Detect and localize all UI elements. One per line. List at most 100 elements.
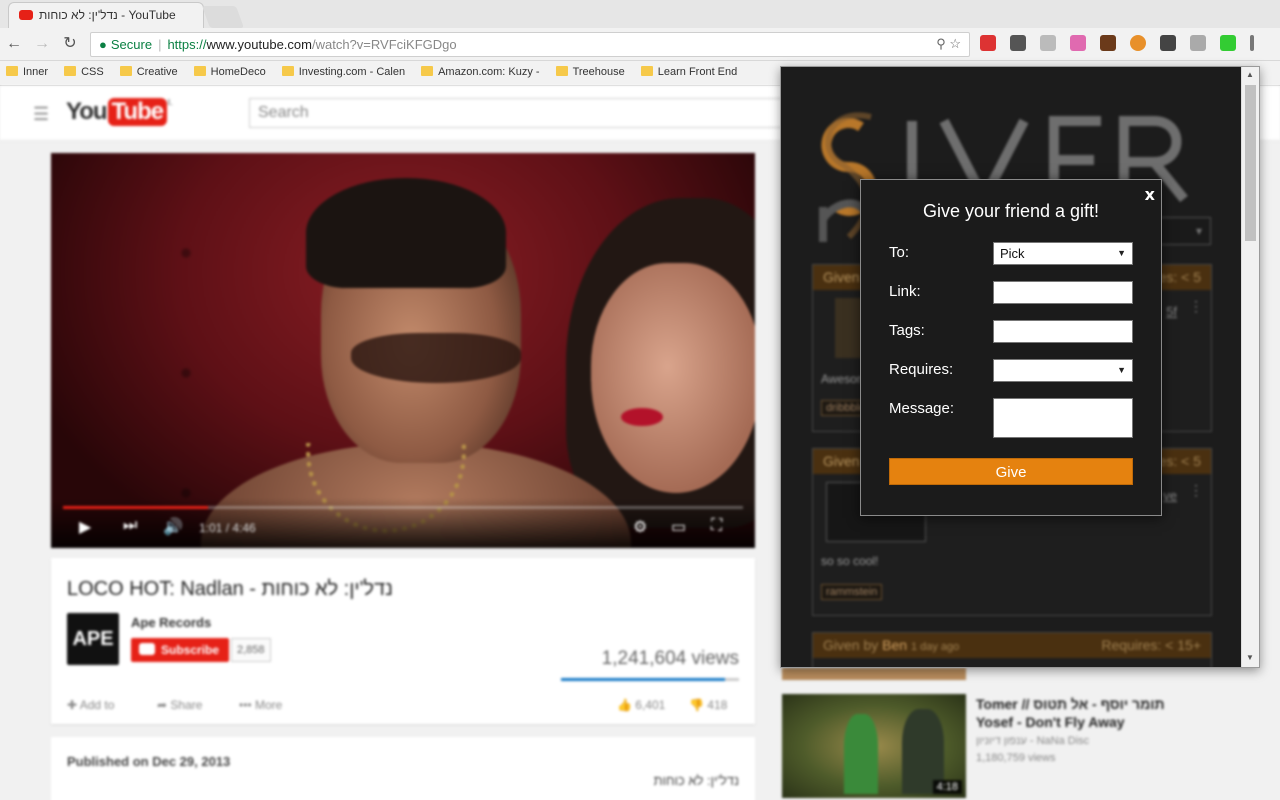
forward-arrow-icon[interactable]: → — [32, 34, 52, 54]
video-figure — [621, 408, 663, 426]
extension-icon[interactable] — [1130, 34, 1146, 51]
scroll-down-icon[interactable]: ▼ — [1246, 653, 1254, 662]
requires-row: Requires: ▼ — [889, 359, 1135, 383]
bookmark-label: Inner — [23, 66, 49, 78]
extension-icon[interactable] — [1190, 34, 1206, 51]
chrome-menu-icon[interactable] — [1250, 34, 1254, 51]
giver-extension-icon[interactable] — [1220, 34, 1236, 51]
bookmark-item[interactable]: Treehouse — [555, 61, 625, 84]
secure-label: Secure — [110, 37, 153, 52]
given-by-prefix: Given by — [823, 637, 883, 653]
to-select[interactable]: Pick ▼ — [993, 242, 1133, 265]
extension-icon[interactable] — [980, 34, 996, 51]
recommended-title-line-2[interactable]: Yosef - Don't Fly Away — [976, 714, 1125, 730]
bookmark-folder-icon — [119, 66, 132, 76]
requires-select[interactable]: ▼ — [993, 359, 1133, 382]
bookmark-item[interactable]: Amazon.com: Kuzy - — [421, 61, 540, 84]
play-icon[interactable]: ▶ — [79, 517, 91, 537]
video-figure — [591, 263, 755, 493]
bookmark-item[interactable]: Creative — [119, 61, 178, 84]
channel-name[interactable]: Ape Records — [131, 615, 211, 630]
youtube-logo[interactable]: You Tube IL — [66, 98, 173, 126]
settings-gear-icon[interactable]: ⚙ — [633, 517, 647, 537]
share-icon: ➦ — [157, 698, 168, 712]
previous-recommendation-thumbnail[interactable] — [782, 668, 966, 680]
gift-link[interactable]: ve — [1163, 488, 1177, 503]
popup-scrollbar[interactable]: ▲ ▼ — [1241, 67, 1259, 667]
extension-icon[interactable] — [1070, 34, 1086, 51]
subscribe-button[interactable]: Subscribe — [131, 638, 230, 662]
logo-tube: Tube — [107, 98, 168, 126]
zoom-icon[interactable]: ⚲ — [936, 36, 946, 51]
share-button[interactable]: ➦ Share — [157, 698, 202, 712]
recommended-thumbnail[interactable]: 4:18 — [782, 694, 966, 798]
browser-toolbar: ← → ↻ ● Secure | https://www.youtube.com/wa… — [0, 28, 1280, 61]
bookmark-item[interactable]: Inner — [6, 61, 48, 84]
link-input[interactable] — [993, 281, 1133, 304]
time-display: 1:01 / 4:46 — [199, 521, 256, 535]
give-button[interactable]: Give — [889, 458, 1133, 485]
link-row: Link: — [889, 281, 1135, 305]
tags-input[interactable] — [993, 320, 1133, 343]
like-ratio-bar — [561, 678, 739, 681]
card-menu-icon[interactable]: ⋮ — [1189, 483, 1203, 497]
browser-tab[interactable]: נדל'ין: לא כוחות - YouTube — [8, 2, 204, 28]
gift-card: Given by Ben 1 day ago Requires: < 15+ — [812, 632, 1212, 667]
back-arrow-icon[interactable]: ← — [4, 34, 24, 54]
channel-avatar[interactable]: APE — [67, 613, 119, 665]
bookmark-label: HomeDeco — [210, 66, 266, 78]
more-button[interactable]: ••• More — [239, 698, 282, 712]
hamburger-menu-icon[interactable]: ☰ — [33, 104, 49, 125]
tags-label: Tags: — [889, 322, 925, 339]
bookmark-item[interactable]: CSS — [64, 61, 104, 84]
like-button[interactable]: 👍 6,401 — [617, 698, 665, 712]
chevron-down-icon: ▼ — [1117, 365, 1126, 375]
chevron-down-icon: ▼ — [1117, 248, 1126, 258]
volume-icon[interactable]: 🔊 — [163, 517, 183, 537]
like-count: 6,401 — [635, 698, 666, 712]
giver-name[interactable]: Ben — [882, 637, 907, 653]
video-duration: 4:18 — [932, 780, 962, 794]
bookmark-item[interactable]: Investing.com - Calen — [281, 61, 405, 84]
reload-icon[interactable]: ↻ — [60, 34, 80, 54]
dislike-button[interactable]: 👎 418 — [689, 698, 727, 712]
add-to-button[interactable]: ✚ Add to — [67, 698, 114, 712]
omnibox-icons: ⚲ ☆ — [936, 36, 961, 52]
modal-title: Give your friend a gift! — [922, 201, 1100, 221]
new-tab-button[interactable] — [201, 6, 245, 28]
bookmark-item[interactable]: HomeDeco — [193, 61, 266, 84]
extension-icon[interactable] — [1010, 34, 1026, 51]
pocket-icon[interactable] — [1160, 34, 1176, 51]
logo-you: You — [66, 98, 108, 125]
gift-link[interactable]: 5f — [1166, 304, 1177, 319]
recommended-title-line-1[interactable]: Tomer // תומר יוסף - אל תטוס — [976, 696, 1165, 712]
video-player[interactable]: ▶ ⏭ 🔊 1:01 / 4:46 ⚙ ▭ ⛶ — [51, 153, 755, 548]
tab-title: נדל'ין: לא כוחות - YouTube — [39, 8, 176, 22]
progress-fill — [63, 506, 208, 509]
extension-icon[interactable] — [1100, 34, 1116, 51]
bookmark-label: CSS — [81, 66, 104, 78]
progress-bar[interactable] — [63, 506, 743, 509]
youtube-favicon-icon — [19, 10, 33, 20]
search-input[interactable]: Search — [249, 98, 809, 128]
extension-icon[interactable] — [1040, 34, 1056, 51]
description-card: Published on Dec 29, 2013 נדל'ין: לא כוח… — [51, 737, 755, 800]
video-description: נדל'ין: לא כוחות — [653, 773, 739, 788]
scroll-up-icon[interactable]: ▲ — [1246, 70, 1254, 79]
theater-mode-icon[interactable]: ▭ — [671, 517, 686, 537]
video-info-card: LOCO HOT: Nadlan - נדל'ין: לא כוחות APE … — [51, 558, 755, 724]
scrollbar-thumb[interactable] — [1245, 85, 1256, 241]
message-textarea[interactable] — [993, 398, 1133, 438]
next-icon[interactable]: ⏭ — [123, 517, 137, 535]
fullscreen-icon[interactable]: ⛶ — [711, 517, 722, 535]
video-figure — [351, 333, 521, 383]
bookmark-item[interactable]: Learn Front End — [640, 61, 737, 84]
bookmark-folder-icon — [193, 66, 206, 76]
address-bar[interactable]: ● Secure | https://www.youtube.com/watch?v=… — [90, 32, 970, 57]
gift-tag[interactable]: rammstein — [821, 584, 883, 600]
requires-field-label: Requires: — [889, 361, 954, 378]
card-menu-icon[interactable]: ⋮ — [1189, 299, 1203, 313]
bookmark-star-icon[interactable]: ☆ — [949, 36, 961, 51]
to-select-value: Pick — [1000, 246, 1025, 261]
plus-icon: ✚ — [67, 698, 78, 712]
